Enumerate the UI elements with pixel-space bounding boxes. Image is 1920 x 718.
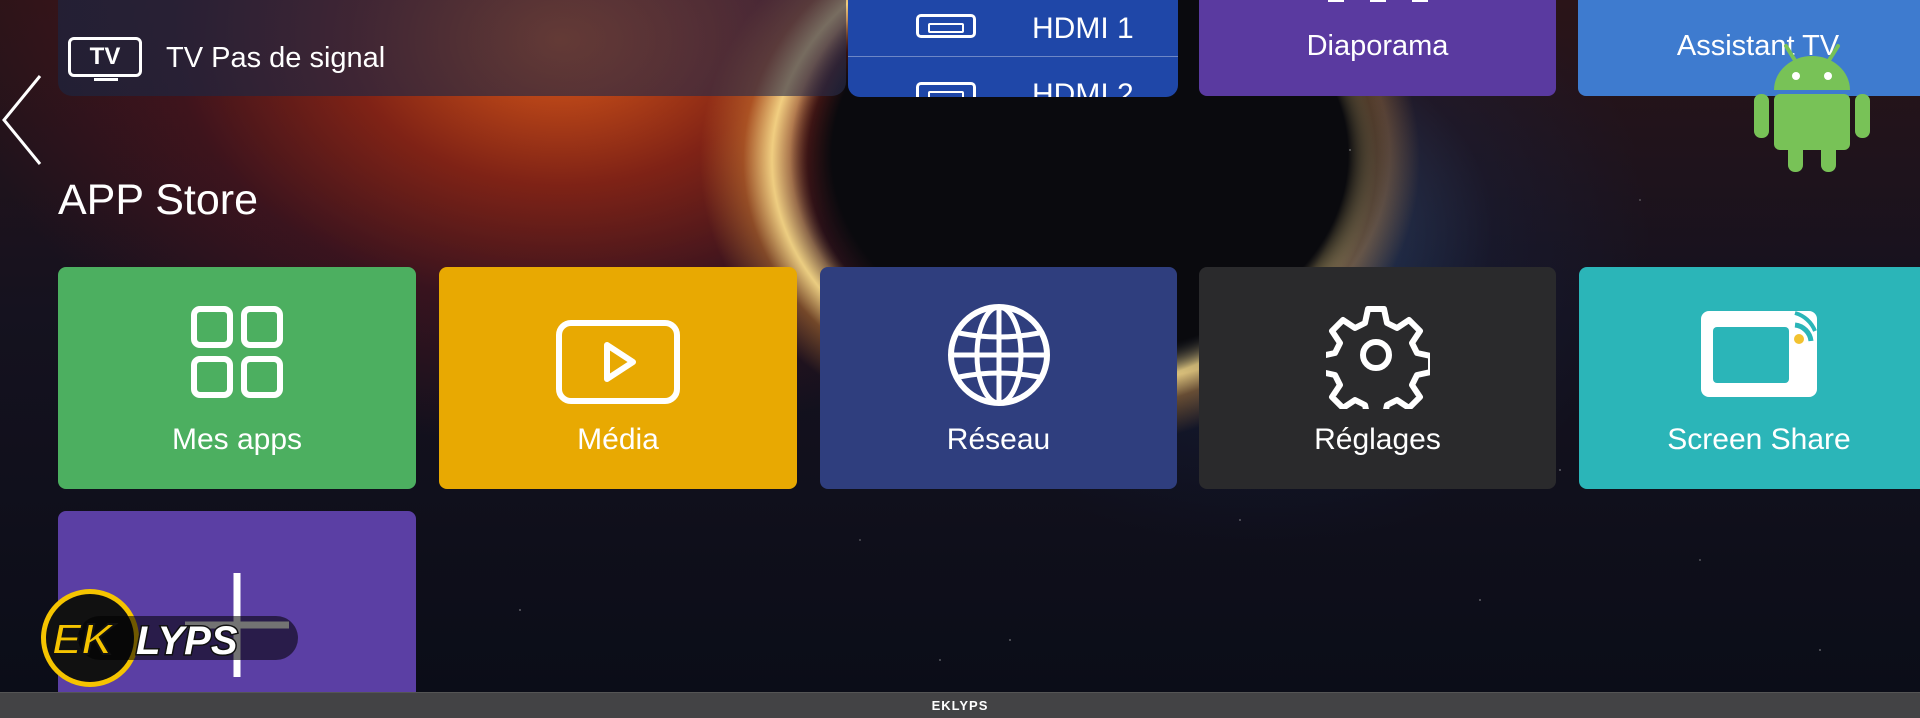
tv-icon: TV xyxy=(68,37,142,77)
tv-status-label: TV Pas de signal xyxy=(166,42,386,74)
footer-bar: EKLYPS xyxy=(0,692,1920,718)
tile-reseau[interactable]: Réseau xyxy=(820,267,1177,489)
gear-icon xyxy=(1325,306,1430,409)
svg-text:LYPS: LYPS xyxy=(136,619,238,663)
hdmi-divider xyxy=(848,56,1178,57)
tv-icon-stand xyxy=(94,78,118,81)
section-title: APP Store xyxy=(58,176,258,224)
assistant-icon xyxy=(1728,0,1788,4)
footer-brand: EKLYPS xyxy=(931,698,989,713)
play-icon xyxy=(556,320,680,404)
tile-label: Mes apps xyxy=(171,423,303,456)
home-screen: TV TV Pas de signal HDMI 1 HDMI 2 Diapor… xyxy=(0,0,1920,692)
hdmi-2-label: HDMI 2 xyxy=(1032,78,1134,97)
hdmi-icon xyxy=(916,82,976,97)
tile-label: Réglages xyxy=(1314,423,1441,456)
slideshow-icon xyxy=(1327,0,1428,2)
screen-share-icon xyxy=(1701,311,1817,397)
tile-screen-share[interactable]: Screen Share xyxy=(1579,267,1920,489)
tile-mes-apps[interactable]: Mes apps xyxy=(58,267,416,489)
tile-reglages[interactable]: Réglages xyxy=(1199,267,1556,489)
diaporama-label: Diaporama xyxy=(1306,30,1449,62)
android-icon xyxy=(1754,44,1870,172)
hdmi-source-list: HDMI 1 HDMI 2 xyxy=(848,0,1178,97)
tile-label: Réseau xyxy=(946,423,1051,456)
svg-text:EK: EK xyxy=(52,615,116,664)
globe-icon xyxy=(947,304,1050,406)
tile-label: Média xyxy=(577,423,659,456)
hdmi-icon xyxy=(916,14,976,38)
hdmi-2-item[interactable]: HDMI 2 xyxy=(848,64,1178,97)
tv-input-card[interactable]: TV TV Pas de signal xyxy=(58,0,846,96)
hdmi-1-label: HDMI 1 xyxy=(1032,12,1134,45)
grid-icon xyxy=(191,306,283,398)
tile-media[interactable]: Média xyxy=(439,267,797,489)
eklyps-logo: EK LYPS xyxy=(41,589,298,687)
chevron-left-icon[interactable] xyxy=(0,72,48,168)
diaporama-tile[interactable]: Diaporama xyxy=(1199,0,1556,96)
tile-label: Screen Share xyxy=(1667,423,1851,456)
hdmi-1-item[interactable]: HDMI 1 xyxy=(848,0,1178,54)
